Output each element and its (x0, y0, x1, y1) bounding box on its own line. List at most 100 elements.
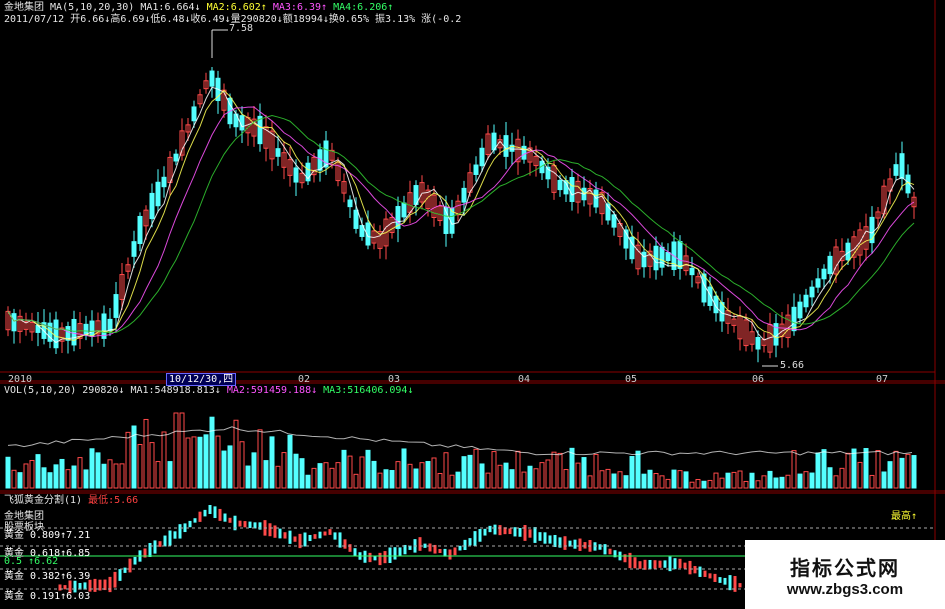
volume-bar (785, 474, 791, 489)
gold-bar (103, 579, 107, 591)
gold-level-0191: 黄金 0.191↑6.03 (4, 591, 91, 602)
volume-bar (899, 457, 905, 489)
volume-bar (881, 471, 887, 489)
volume-bar (365, 449, 371, 489)
volume-bar (323, 462, 329, 489)
candle-body (107, 318, 113, 332)
volume-bar (101, 463, 107, 489)
volume-bar (509, 469, 515, 489)
gold-bar (318, 531, 322, 539)
gold-bar (213, 506, 217, 519)
volume-bar (59, 458, 65, 489)
volume-bar (449, 474, 455, 489)
gold-bar (293, 536, 297, 542)
gold-bar (648, 559, 652, 570)
volume-bar (731, 471, 737, 489)
gold-bar (303, 532, 307, 547)
volume-bar (203, 434, 209, 489)
candle-body (809, 286, 815, 298)
gold-level-0809: 黄金 0.809↑7.21 (4, 530, 91, 541)
gold-bar (343, 539, 347, 549)
ma2-value: MA2:6.602↑ (206, 2, 267, 13)
volume-bar (143, 418, 149, 489)
candle-body (347, 199, 353, 208)
gold-bar (328, 529, 332, 535)
volume-bar (107, 459, 113, 489)
gold-bar (238, 520, 242, 527)
volume-bar (305, 474, 311, 489)
volume-bar (563, 469, 569, 489)
stock-chart[interactable] (0, 0, 945, 609)
volume-bar (905, 453, 911, 489)
volume-bar (209, 416, 215, 489)
gold-bar (528, 529, 532, 538)
gold-bar (128, 558, 132, 573)
candle-body (71, 318, 77, 346)
gold-bar (713, 573, 717, 582)
candle-body (293, 167, 299, 183)
gold-bar (703, 570, 707, 577)
gold-bar (693, 566, 697, 574)
gold-bar (628, 552, 632, 569)
volume-bar (713, 472, 719, 489)
volume-bar (743, 480, 749, 489)
volume-bar (197, 436, 203, 489)
gold-bar (398, 547, 402, 556)
candle-body (893, 164, 899, 176)
volume-bar (341, 449, 347, 489)
volume-bar (35, 454, 41, 489)
candle-body (899, 153, 905, 179)
gold-bar (348, 544, 352, 552)
gold-bar (543, 532, 547, 544)
volume-bar (863, 448, 869, 489)
candle-body (707, 286, 713, 306)
gold-bar (118, 569, 122, 581)
volume-bar (521, 471, 527, 489)
ma-params: MA(5,10,20,30) (50, 2, 135, 13)
volume-bar (611, 473, 617, 489)
volume-bar (527, 465, 533, 489)
volume-bar (245, 465, 251, 489)
date-label-04: 04 (518, 374, 531, 385)
gold-bar (333, 532, 337, 540)
volume-bar (797, 473, 803, 489)
volume-bar (233, 419, 239, 489)
watermark-url: www.zbgs3.com (786, 580, 904, 598)
gold-bar (483, 528, 487, 536)
gold-bar (178, 524, 182, 539)
volume-bar (419, 462, 425, 489)
volume-bar (263, 460, 269, 489)
candle-body (89, 320, 95, 337)
volume-title: VOL(5,10,20) (4, 385, 77, 396)
candle-body (479, 147, 485, 167)
volume-bar (623, 475, 629, 489)
candle-body (101, 313, 107, 339)
volume-header: VOL(5,10,20) 290820↓ MA1:548918.813↓ MA2… (4, 385, 413, 397)
gold-bar (153, 540, 157, 554)
volume-bar (833, 475, 839, 489)
volume-bar (551, 451, 557, 489)
volume-bar (725, 472, 731, 489)
gold-bar (463, 539, 467, 551)
volume-ma2: MA2:591459.188↓ (226, 385, 318, 396)
volume-bar (683, 471, 689, 489)
gold-bar (338, 532, 342, 548)
low-price-label: 5.66 (780, 360, 805, 371)
gold-bar (448, 549, 452, 560)
volume-bar (503, 462, 509, 489)
volume-bar (311, 467, 317, 489)
gold-bar (363, 550, 367, 563)
volume-bar (11, 469, 17, 489)
gold-bar (508, 528, 512, 535)
gold-bar (488, 525, 492, 533)
candle-body (611, 214, 617, 228)
volume-bar (599, 470, 605, 489)
candle-body (209, 70, 215, 87)
date-label-03: 03 (388, 374, 401, 385)
gold-bar (723, 577, 727, 585)
gold-bar (368, 552, 372, 563)
volume-bar (389, 470, 395, 489)
gold-bar (643, 559, 647, 570)
volume-bar (191, 436, 197, 489)
volume-bar (755, 480, 761, 489)
